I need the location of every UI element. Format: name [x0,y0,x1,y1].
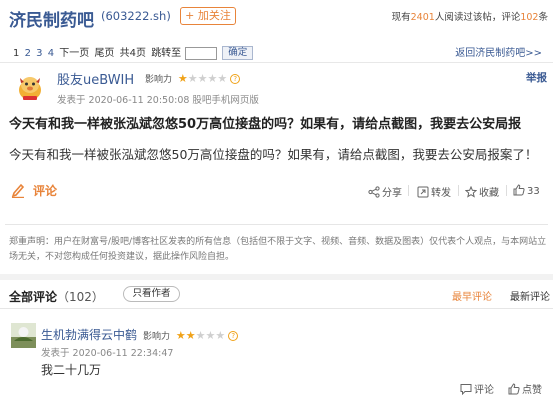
comments-count: （102） [57,290,104,304]
help-icon[interactable]: ? [228,331,239,341]
stock-code[interactable]: (603222.sh) [101,9,171,23]
divider [0,308,553,309]
post-action-bar: 评论 分享 转发 收藏 33 [0,178,553,206]
divider [5,224,548,225]
reading-count: 2401 [410,12,435,23]
sort-earliest-tab[interactable]: 最早评论 [452,288,492,303]
influence-stars: ★★★★★ [175,329,226,342]
section-gap [0,274,553,280]
post-title: 今天有和我一样被张泓斌忽悠50万高位接盘的吗？如果有，请给点截图，我要去公安局报 [9,117,522,132]
back-to-bar-link[interactable]: 返回济民制药吧>> [455,44,542,59]
post-time: 发表于 2020-06-11 20:50:08 股吧手机网页版 [57,95,259,106]
pagination: 1 2 3 4 下一页 尾页 共4页 跳转至 确定 [13,44,255,60]
reading-stats: 现有2401人阅读过该帖，评论102条 [391,12,548,23]
page-1[interactable]: 1 [13,48,19,59]
next-page-link[interactable]: 下一页 [59,48,89,59]
commenter-influence: 影响力 ★★★★★? [143,329,239,342]
divider [0,62,553,63]
author-influence: 影响力 ★★★★★? [145,72,241,85]
comment-icon [460,384,472,396]
jump-label: 跳转至 [151,48,182,59]
star-icon [464,185,478,198]
report-link[interactable]: 举报 [526,70,547,85]
favorite-button[interactable]: 收藏 [464,184,499,199]
influence-label: 影响力 [145,75,173,85]
page-jump-input[interactable] [185,46,218,60]
comment-count: 102 [520,12,539,23]
thumbs-up-icon [513,184,525,196]
comment-author[interactable]: 生机勃满得云中鹤 [41,326,137,343]
share-icon [368,186,380,198]
all-comments-heading: 全部评论（102） [9,290,104,304]
post-body: 今天有和我一样被张泓斌忽悠50万高位接盘的吗？如果有，请给点截图，我要去公安局报… [9,147,538,162]
author-avatar[interactable] [14,70,46,102]
page-4[interactable]: 4 [48,48,54,59]
comment-reply-button[interactable]: 评论 [460,381,494,396]
divider [506,185,507,196]
thumbs-up-icon [508,383,520,395]
like-button[interactable]: 33 [513,184,540,197]
page-2[interactable]: 2 [25,48,31,59]
post-author[interactable]: 股友ueBWIH [57,69,134,88]
comment-like-button[interactable]: 点赞 [508,381,542,396]
only-author-toggle[interactable]: 只看作者 [123,286,180,302]
repost-button[interactable]: 转发 [417,184,451,199]
bar-header: 济民制药吧 (603222.sh) + 加关注 现有2401人阅读过该帖，评论1… [0,0,553,32]
influence-label: 影响力 [143,332,171,342]
divider [408,185,409,196]
commenter-avatar[interactable] [11,323,36,348]
influence-stars: ★★★★★ [177,72,228,85]
comment-time: 发表于 2020-06-11 22:34:47 [41,348,174,359]
sort-latest-tab[interactable]: 最新评论 [510,288,550,303]
total-pages: 共4页 [119,48,146,59]
pen-icon [11,183,25,198]
help-icon[interactable]: ? [230,74,241,84]
bar-title[interactable]: 济民制药吧 [9,6,94,31]
comment-button[interactable]: 评论 [33,182,57,199]
comment-text: 我二十几万 [41,363,102,377]
repost-icon [417,186,429,198]
divider [458,185,459,196]
last-page-link[interactable]: 尾页 [94,48,114,59]
page-3[interactable]: 3 [36,48,42,59]
confirm-jump-button[interactable]: 确定 [222,46,254,60]
share-button[interactable]: 分享 [368,184,402,199]
follow-button[interactable]: + 加关注 [180,7,236,25]
disclaimer: 郑重声明：用户在财富号/股吧/博客社区发表的所有信息（包括但不限于文字、视频、音… [9,237,547,262]
